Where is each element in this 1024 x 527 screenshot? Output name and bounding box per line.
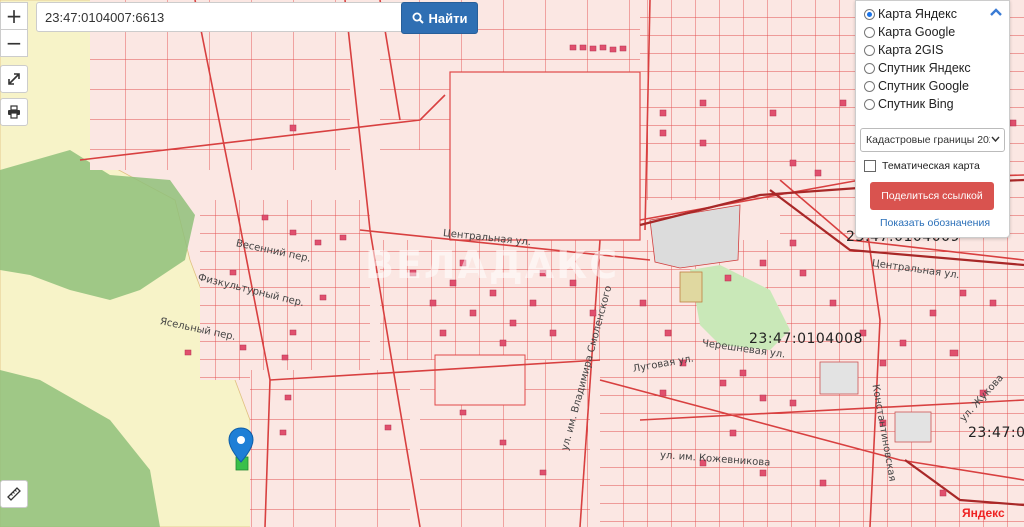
radio[interactable] [864, 98, 875, 110]
layer-option-2gis-map[interactable]: Карта 2GIS [864, 43, 943, 57]
layer-option-yandex-map[interactable]: Карта Яндекс [864, 7, 957, 21]
layer-option-label: Спутник Bing [878, 97, 954, 111]
thematic-map-checkbox[interactable] [864, 160, 876, 172]
watermark-text: ВЕЛАДАКС [365, 243, 619, 287]
layer-option-label: Карта Google [878, 25, 956, 39]
search-icon [412, 12, 424, 24]
printer-icon [8, 105, 20, 119]
search-button[interactable]: Найти [401, 2, 478, 34]
map-attribution[interactable]: Яндекс [962, 506, 1005, 520]
radio[interactable] [864, 44, 875, 56]
expand-icon [8, 73, 20, 85]
print-button[interactable] [0, 98, 28, 126]
layer-option-yandex-satellite[interactable]: Спутник Яндекс [864, 61, 971, 75]
boundaries-select[interactable]: Кадастровые границы 2024 [860, 128, 1005, 152]
radio-selected[interactable] [864, 8, 875, 20]
ruler-icon [7, 487, 21, 501]
quarter-label: 23:47:0 [968, 425, 1024, 441]
radio[interactable] [864, 26, 875, 38]
layer-option-label: Спутник Яндекс [878, 61, 971, 75]
thematic-map-toggle[interactable]: Тематическая карта [864, 160, 980, 172]
thematic-map-label: Тематическая карта [882, 160, 980, 172]
quarter-label: 23:47:0104008 [749, 331, 863, 347]
show-legend-link[interactable]: Показать обозначения [880, 217, 990, 229]
layer-option-label: Карта 2GIS [878, 43, 944, 57]
chevron-down-icon [991, 136, 1000, 142]
fullscreen-button[interactable] [0, 65, 28, 93]
search-button-label: Найти [428, 10, 468, 26]
ruler-button[interactable] [0, 480, 28, 508]
chevron-up-icon[interactable] [989, 7, 1003, 17]
zoom-out-button[interactable]: − [0, 29, 28, 57]
layer-option-label: Спутник Google [878, 79, 969, 93]
layers-panel: Карта Яндекс Карта Google Карта 2GIS Спу… [855, 0, 1010, 238]
radio[interactable] [864, 62, 875, 74]
zoom-in-button[interactable]: + [0, 2, 28, 29]
search-input[interactable] [36, 2, 406, 32]
boundaries-select-value: Кадастровые границы 2024 [866, 134, 990, 146]
layer-option-google-map[interactable]: Карта Google [864, 25, 955, 39]
share-link-button[interactable]: Поделиться ссылкой [870, 182, 994, 210]
radio[interactable] [864, 80, 875, 92]
layer-option-google-satellite[interactable]: Спутник Google [864, 79, 969, 93]
layer-option-bing-satellite[interactable]: Спутник Bing [864, 97, 954, 111]
layer-option-label: Карта Яндекс [878, 7, 957, 21]
